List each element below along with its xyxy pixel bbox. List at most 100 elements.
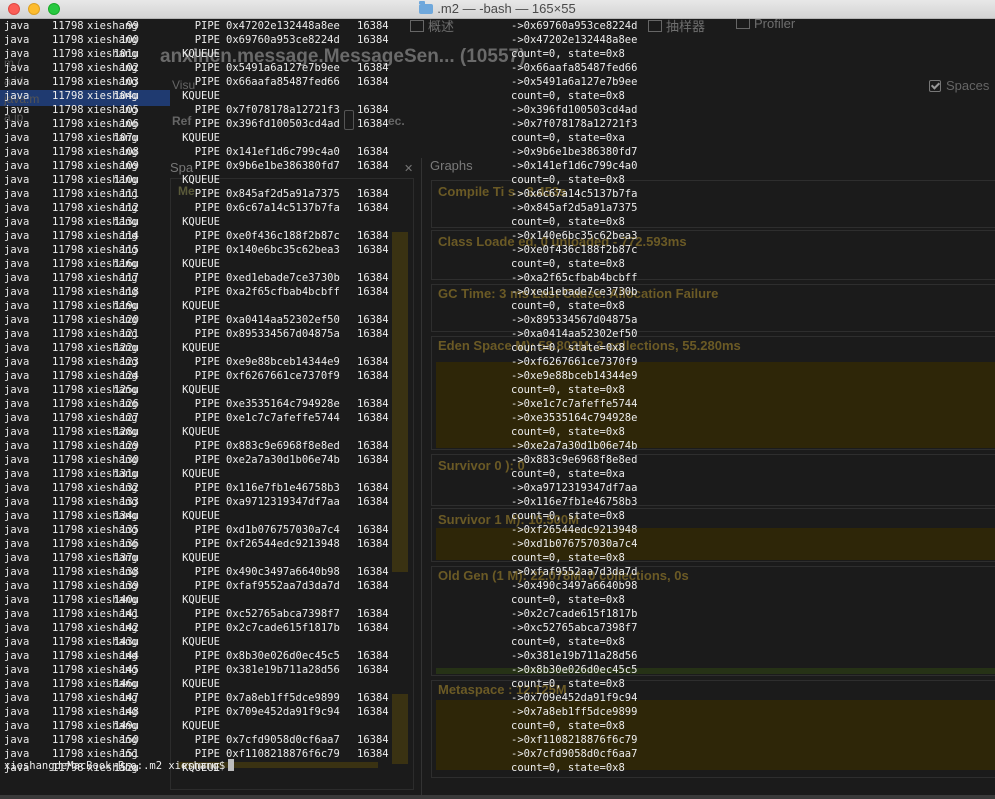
- pid-cell: 11798: [52, 34, 84, 46]
- terminal-line: java 11798 xieshang 105 PIPE 0x7f078178a12721…: [0, 103, 995, 117]
- terminal-line: java 11798 xieshang 146u KQUEUE count=0, stat…: [0, 677, 995, 691]
- device-cell: 0x116e7fb1e46758b3: [226, 482, 340, 494]
- type-cell: PIPE: [194, 454, 220, 466]
- name-cell: ->0x140e6bc35c62bea3: [511, 230, 638, 242]
- terminal-line: java 11798 xieshang 135 PIPE 0xd1b076757030a7…: [0, 523, 995, 537]
- terminal-line: java 11798 xieshang 103 PIPE 0x66aafa85487fed…: [0, 75, 995, 89]
- folder-icon: [419, 1, 434, 14]
- device-cell: 0x141ef1d6c799c4a0: [226, 146, 340, 158]
- terminal-line: java 11798 xieshang 101u KQUEUE count=0, stat…: [0, 47, 995, 61]
- name-cell: count=0, state=0x8: [511, 426, 625, 438]
- fd-cell: 121: [120, 328, 139, 340]
- fd-cell: 100: [120, 34, 139, 46]
- size-cell: 16384: [357, 202, 389, 214]
- name-cell: ->0xf26544edc9213948: [511, 524, 638, 536]
- type-cell: PIPE: [194, 538, 220, 550]
- title-bar[interactable]: .m2 — -bash — 165×55: [0, 0, 995, 19]
- pid-cell: 11798: [52, 468, 84, 480]
- name-cell: ->0x6c67a14c5137b7fa: [511, 188, 638, 200]
- command-cell: java: [4, 342, 30, 354]
- name-cell: ->0xe1c7c7afeffe5744: [511, 398, 638, 410]
- terminal-line: java 11798 xieshang 108 PIPE 0x141ef1d6c799c4…: [0, 145, 995, 159]
- pid-cell: 11798: [52, 202, 84, 214]
- fd-cell: 103: [120, 76, 139, 88]
- fd-cell: 135: [120, 524, 139, 536]
- terminal-output[interactable]: java 11798 xieshang 99 PIPE 0x47202e132448a8e…: [0, 19, 995, 799]
- device-cell: 0xe3535164c794928e: [226, 398, 340, 410]
- fd-cell: 123: [120, 356, 139, 368]
- name-cell: count=0, state=0x8: [511, 594, 625, 606]
- pid-cell: 11798: [52, 692, 84, 704]
- shell-prompt[interactable]: xieshangdeMacBook-Pro:.m2 xieshang$: [4, 759, 235, 773]
- name-cell: ->0x7cfd9058d0cf6aa7: [511, 748, 638, 760]
- type-cell: KQUEUE: [182, 720, 220, 732]
- command-cell: java: [4, 412, 30, 424]
- device-cell: 0x381e19b711a28d56: [226, 664, 340, 676]
- pid-cell: 11798: [52, 258, 84, 270]
- command-cell: java: [4, 48, 30, 60]
- name-cell: count=0, state=0xa: [511, 468, 625, 480]
- terminal-line: java 11798 xieshang 100 PIPE 0x69760a953ce822…: [0, 33, 995, 47]
- type-cell: PIPE: [194, 118, 220, 130]
- name-cell: ->0xa0414aa52302ef50: [511, 328, 638, 340]
- terminal-line: java 11798 xieshang 104u KQUEUE count=0, stat…: [0, 89, 995, 103]
- type-cell: PIPE: [194, 328, 220, 340]
- type-cell: PIPE: [194, 160, 220, 172]
- device-cell: 0xe0f436c188f2b87c: [226, 230, 340, 242]
- terminal-line: java 11798 xieshang 115 PIPE 0x140e6bc35c62be…: [0, 243, 995, 257]
- device-cell: 0x895334567d04875a: [226, 328, 340, 340]
- pid-cell: 11798: [52, 552, 84, 564]
- command-cell: java: [4, 692, 30, 704]
- command-cell: java: [4, 678, 30, 690]
- name-cell: ->0xe2a7a30d1b06e74b: [511, 440, 638, 452]
- command-cell: java: [4, 132, 30, 144]
- terminal-line: java 11798 xieshang 123 PIPE 0xe9e88bceb14344…: [0, 355, 995, 369]
- name-cell: count=0, state=0x8: [511, 552, 625, 564]
- fd-cell: 113u: [113, 216, 139, 228]
- fd-cell: 102: [120, 62, 139, 74]
- terminal-line: java 11798 xieshang 127 PIPE 0xe1c7c7afeffe57…: [0, 411, 995, 425]
- size-cell: 16384: [357, 748, 389, 760]
- type-cell: KQUEUE: [182, 216, 220, 228]
- command-cell: java: [4, 202, 30, 214]
- size-cell: 16384: [357, 118, 389, 130]
- size-cell: 16384: [357, 188, 389, 200]
- device-cell: 0xf1108218876f6c79: [226, 748, 340, 760]
- type-cell: PIPE: [194, 580, 220, 592]
- fd-cell: 132: [120, 482, 139, 494]
- pid-cell: 11798: [52, 342, 84, 354]
- device-cell: 0x709e452da91f9c94: [226, 706, 340, 718]
- command-cell: java: [4, 174, 30, 186]
- command-cell: java: [4, 636, 30, 648]
- type-cell: PIPE: [194, 412, 220, 424]
- size-cell: 16384: [357, 440, 389, 452]
- device-cell: 0xc52765abca7398f7: [226, 608, 340, 620]
- type-cell: PIPE: [194, 230, 220, 242]
- command-cell: java: [4, 552, 30, 564]
- terminal-line: java 11798 xieshang 132 PIPE 0x116e7fb1e46758…: [0, 481, 995, 495]
- pid-cell: 11798: [52, 622, 84, 634]
- size-cell: 16384: [357, 146, 389, 158]
- name-cell: ->0xf1108218876f6c79: [511, 734, 638, 746]
- pid-cell: 11798: [52, 650, 84, 662]
- device-cell: 0xfaf9552aa7d3da7d: [226, 580, 340, 592]
- command-cell: java: [4, 398, 30, 410]
- device-cell: 0x47202e132448a8ee: [226, 20, 340, 32]
- pid-cell: 11798: [52, 90, 84, 102]
- type-cell: PIPE: [194, 20, 220, 32]
- type-cell: KQUEUE: [182, 468, 220, 480]
- terminal-line: java 11798 xieshang 137u KQUEUE count=0, stat…: [0, 551, 995, 565]
- pid-cell: 11798: [52, 314, 84, 326]
- type-cell: KQUEUE: [182, 552, 220, 564]
- pid-cell: 11798: [52, 146, 84, 158]
- pid-cell: 11798: [52, 384, 84, 396]
- command-cell: java: [4, 622, 30, 634]
- terminal-line: java 11798 xieshang 133 PIPE 0xa9712319347df7…: [0, 495, 995, 509]
- name-cell: ->0x883c9e6968f8e8ed: [511, 454, 638, 466]
- type-cell: KQUEUE: [182, 48, 220, 60]
- device-cell: 0x7f078178a12721f3: [226, 104, 340, 116]
- size-cell: 16384: [357, 328, 389, 340]
- type-cell: PIPE: [194, 62, 220, 74]
- pid-cell: 11798: [52, 76, 84, 88]
- type-cell: KQUEUE: [182, 258, 220, 270]
